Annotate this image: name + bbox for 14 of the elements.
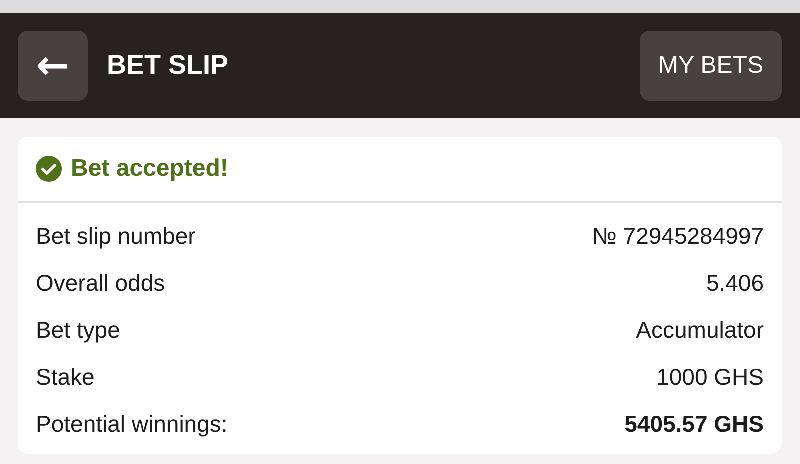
detail-label: Stake xyxy=(36,364,95,391)
detail-value: 5.406 xyxy=(706,270,764,297)
page-title: BET SLIP xyxy=(107,50,230,81)
back-button[interactable]: ← xyxy=(18,30,88,100)
detail-label: Bet type xyxy=(36,317,120,344)
detail-value: № 72945284997 xyxy=(592,223,764,250)
detail-label: Overall odds xyxy=(36,270,166,297)
detail-label: Potential winnings: xyxy=(36,411,228,438)
detail-value: Accumulator xyxy=(636,317,764,344)
success-message: Bet accepted! xyxy=(71,155,228,183)
detail-value: 5405.57 GHS xyxy=(624,411,764,438)
detail-value: 1000 GHS xyxy=(656,364,764,391)
detail-label: Bet slip number xyxy=(36,223,196,250)
my-bets-button[interactable]: MY BETS xyxy=(640,30,782,100)
